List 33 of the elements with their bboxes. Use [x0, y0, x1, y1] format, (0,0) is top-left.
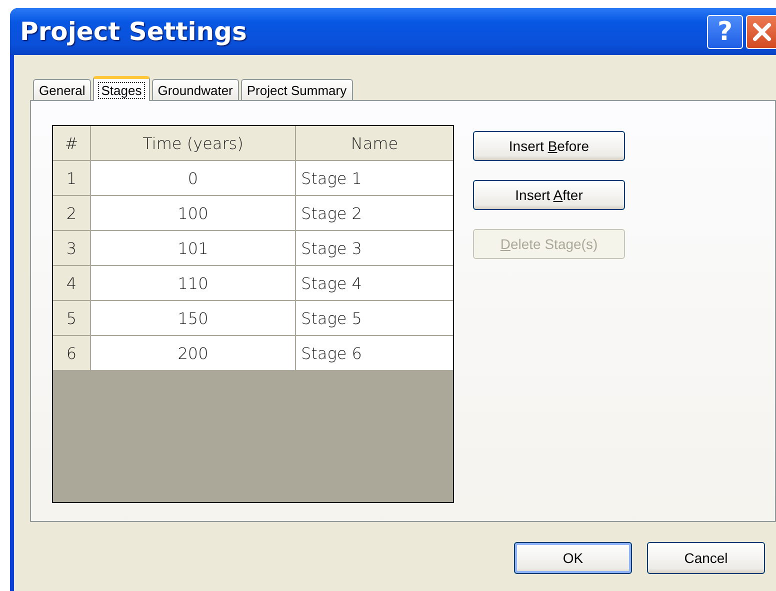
row-number: 5	[53, 301, 91, 336]
row-number: 1	[53, 161, 91, 196]
row-number: 2	[53, 196, 91, 231]
table-cell[interactable]: Stage 1	[296, 161, 453, 196]
tab[interactable]: Project Summary	[240, 79, 353, 100]
column-header: Name	[296, 126, 453, 161]
close-button[interactable]	[746, 14, 776, 48]
row-number: 4	[53, 266, 91, 301]
help-button[interactable]: ?	[707, 14, 743, 48]
row-number: 6	[53, 336, 91, 371]
tab[interactable]: General	[33, 79, 92, 100]
table-cell[interactable]: Stage 3	[296, 231, 453, 266]
column-header: Time (years)	[91, 126, 296, 161]
row-number: 3	[53, 231, 91, 266]
table-cell[interactable]: Stage 5	[296, 301, 453, 336]
table-cell[interactable]: 150	[91, 301, 296, 336]
table-cell[interactable]: Stage 2	[296, 196, 453, 231]
table-cell[interactable]: 100	[91, 196, 296, 231]
action-button[interactable]: Insert Before	[473, 131, 625, 161]
table-cell[interactable]: 110	[91, 266, 296, 301]
table-cell[interactable]: 101	[91, 231, 296, 266]
dialog-button[interactable]: OK	[514, 542, 632, 574]
close-icon	[750, 20, 772, 42]
tab[interactable]: Stages	[93, 76, 150, 101]
table-cell[interactable]: 200	[91, 336, 296, 371]
column-header: #	[53, 126, 91, 161]
dialog-button[interactable]: Cancel	[647, 542, 765, 574]
window-title: Project Settings	[20, 17, 248, 46]
table-cell[interactable]: Stage 6	[296, 336, 453, 371]
table-cell[interactable]: 0	[91, 161, 296, 196]
action-button[interactable]: Insert After	[473, 180, 625, 210]
tab[interactable]: Groundwater	[152, 79, 239, 100]
table-cell[interactable]: Stage 4	[296, 266, 453, 301]
